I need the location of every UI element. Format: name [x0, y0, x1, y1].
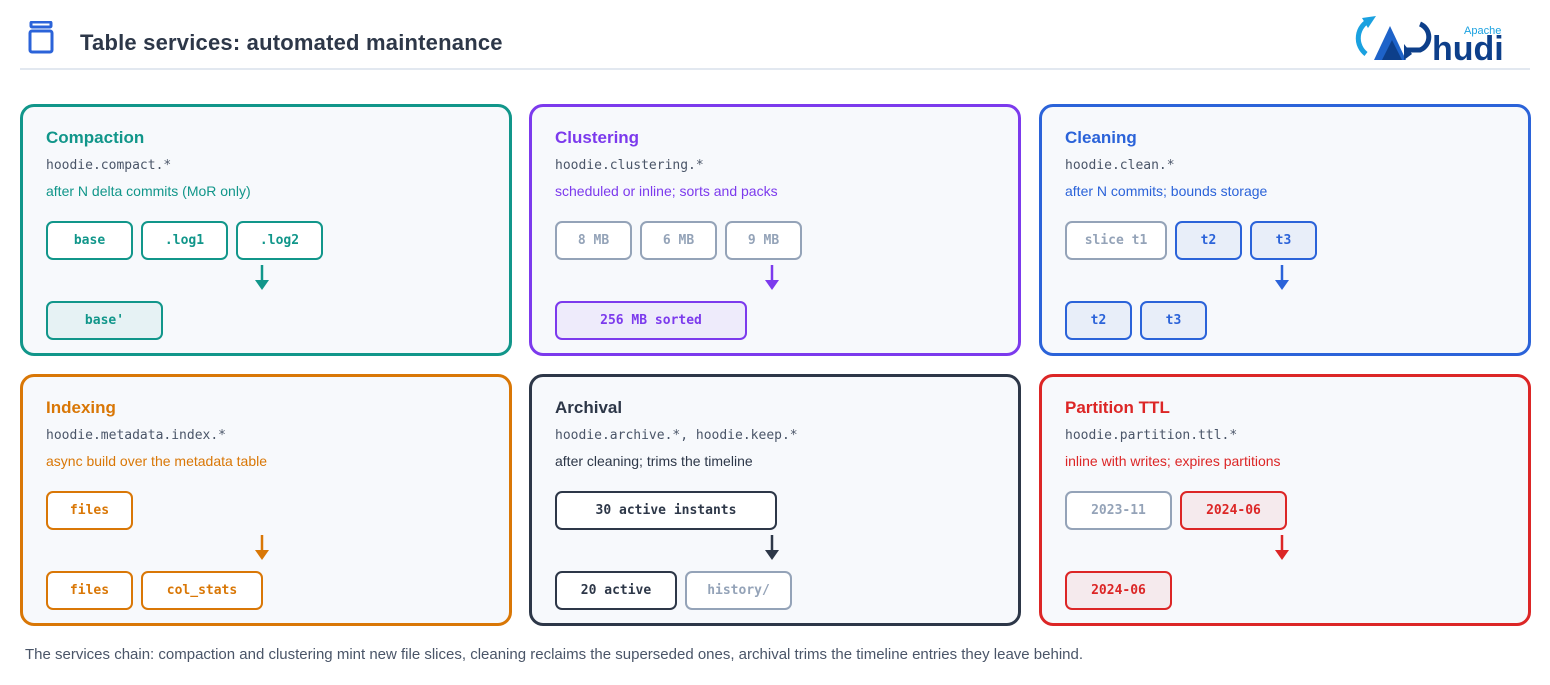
card-config: hoodie.partition.ttl.*: [1065, 428, 1238, 443]
card-title: Clustering: [555, 128, 640, 147]
down-arrow-icon: [255, 535, 269, 560]
down-arrow-icon: [1275, 265, 1289, 290]
chip-base-prime: base': [46, 301, 163, 340]
chip-t3: t3: [1140, 301, 1207, 340]
trash-bin-icon: [28, 21, 54, 54]
chip-history: history/: [685, 571, 792, 610]
card-description: async build over the metadata table: [46, 453, 268, 469]
card-description: after N commits; bounds storage: [1065, 183, 1268, 199]
card-partition-ttl: Partition TTL hoodie.partition.ttl.* inl…: [1039, 374, 1531, 626]
card-cleaning: Cleaning hoodie.clean.* after N commits;…: [1039, 104, 1531, 356]
chip-256mb-sorted: 256 MB sorted: [555, 301, 747, 340]
card-description: inline with writes; expires partitions: [1065, 453, 1281, 469]
chip-9mb: 9 MB: [725, 221, 802, 260]
chip-t2: t2: [1175, 221, 1242, 260]
apache-hudi-logo: Apache hudi: [1352, 10, 1527, 68]
down-arrow-icon: [1275, 535, 1289, 560]
chip-2023-11: 2023-11: [1065, 491, 1172, 530]
page-title: Table services: automated maintenance: [80, 30, 503, 55]
chip-30-active-instants: 30 active instants: [555, 491, 777, 530]
chip-2024-06: 2024-06: [1180, 491, 1287, 530]
card-description: after cleaning; trims the timeline: [555, 453, 753, 469]
card-config: hoodie.compact.*: [46, 158, 172, 173]
card-title: Archival: [555, 398, 623, 417]
down-arrow-icon: [765, 535, 779, 560]
card-config: hoodie.clean.*: [1065, 158, 1175, 173]
chip-8mb: 8 MB: [555, 221, 632, 260]
down-arrow-icon: [255, 265, 269, 290]
card-title: Cleaning: [1065, 128, 1137, 147]
svg-text:hudi: hudi: [1432, 30, 1504, 68]
chip-files: files: [46, 491, 133, 530]
chip-t2: t2: [1065, 301, 1132, 340]
chip-log1: .log1: [141, 221, 228, 260]
card-compaction: Compaction hoodie.compact.* after N delt…: [20, 104, 512, 356]
card-config: hoodie.clustering.*: [555, 158, 704, 173]
chip-log2: .log2: [236, 221, 323, 260]
chip-files: files: [46, 571, 133, 610]
chip-20-active: 20 active: [555, 571, 677, 610]
card-title: Compaction: [46, 128, 145, 147]
card-indexing: Indexing hoodie.metadata.index.* async b…: [20, 374, 512, 626]
card-archival: Archival hoodie.archive.*, hoodie.keep.*…: [529, 374, 1021, 626]
card-description: after N delta commits (MoR only): [46, 183, 251, 199]
chip-6mb: 6 MB: [640, 221, 717, 260]
chip-base: base: [46, 221, 133, 260]
card-description: scheduled or inline; sorts and packs: [555, 183, 778, 199]
header-divider: [20, 68, 1530, 70]
card-config: hoodie.metadata.index.*: [46, 428, 227, 443]
footer-caption: The services chain: compaction and clust…: [25, 646, 1084, 663]
chip-t3: t3: [1250, 221, 1317, 260]
card-title: Indexing: [46, 398, 116, 417]
chip-col-stats: col_stats: [141, 571, 263, 610]
chip-2024-06: 2024-06: [1065, 571, 1172, 610]
card-title: Partition TTL: [1065, 398, 1170, 417]
chip-slice-t1: slice t1: [1065, 221, 1167, 260]
card-clustering: Clustering hoodie.clustering.* scheduled…: [529, 104, 1021, 356]
down-arrow-icon: [765, 265, 779, 290]
card-config: hoodie.archive.*, hoodie.keep.*: [555, 428, 798, 443]
